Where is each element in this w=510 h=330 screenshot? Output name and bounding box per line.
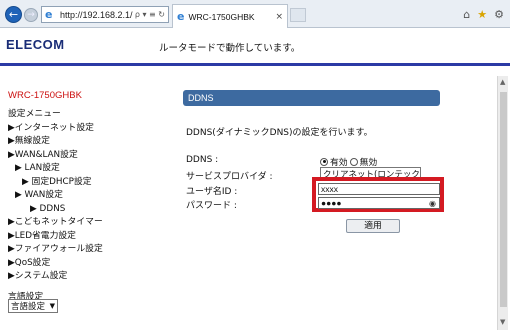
page-description: DDNS(ダイナミックDNS)の設定を行います。: [186, 128, 373, 138]
browser-tab[interactable]: e WRC-1750GHBK ×: [172, 4, 288, 28]
back-arrow-icon: ←: [8, 8, 19, 21]
ddns-disabled-radio[interactable]: [349, 157, 358, 166]
forward-arrow-icon: →: [27, 10, 35, 20]
menu-item-kids-timer[interactable]: ▶こどもネットタイマー: [8, 216, 103, 230]
settings-menu: 設定メニュー ▶インターネット設定 ▶無線設定 ▶WAN&LAN設定 ▶ LAN…: [8, 108, 103, 284]
new-tab-button[interactable]: [290, 8, 306, 22]
password-label: パスワード :: [186, 201, 237, 211]
home-icon[interactable]: ⌂: [463, 8, 470, 21]
gear-icon[interactable]: ⚙: [494, 8, 504, 21]
elecom-logo: ELECOM: [6, 37, 65, 52]
reveal-password-icon[interactable]: ◉: [429, 199, 436, 208]
menu-item-static-dhcp[interactable]: ▶ 固定DHCP設定: [8, 176, 103, 190]
browser-right-icons: ⌂ ★ ⚙: [463, 8, 504, 21]
menu-item-led[interactable]: ▶LED省電力設定: [8, 230, 103, 244]
menu-item-firewall[interactable]: ▶ファイアウォール設定: [8, 243, 103, 257]
menu-item-wan[interactable]: ▶ WAN設定: [8, 189, 103, 203]
chevron-down-icon: ▼: [49, 302, 55, 310]
username-value: xxxx: [321, 184, 338, 194]
tab-title: WRC-1750GHBK: [188, 11, 255, 22]
page-scrollbar[interactable]: ▲ ▼: [497, 76, 508, 330]
address-bar[interactable]: e http://192.168.2.1/ ρ ▾ ≡ ↻: [41, 6, 169, 23]
address-url: http://192.168.2.1/: [60, 9, 133, 20]
scroll-down-icon[interactable]: ▼: [500, 318, 505, 326]
star-icon[interactable]: ★: [477, 8, 487, 21]
tab-close-icon[interactable]: ×: [275, 12, 283, 22]
password-field[interactable]: ●●●● ◉: [318, 197, 440, 209]
mode-message: ルータモードで動作しています。: [159, 43, 301, 54]
menu-item-ddns[interactable]: ▶ DDNS: [8, 203, 103, 217]
menu-item-lan[interactable]: ▶ LAN設定: [8, 162, 103, 176]
menu-heading: 設定メニュー: [8, 109, 61, 119]
language-select-value: 言語設定: [11, 302, 46, 312]
apply-button[interactable]: 適用: [346, 219, 400, 233]
scroll-up-icon[interactable]: ▲: [500, 78, 505, 86]
menu-item-qos[interactable]: ▶QoS設定: [8, 257, 103, 271]
scrollbar-thumb[interactable]: [500, 92, 507, 307]
language-select[interactable]: 言語設定 ▼: [8, 299, 58, 313]
password-value: ●●●●: [321, 198, 342, 208]
address-bar-icons[interactable]: ρ ▾ ≡ ↻: [135, 10, 165, 19]
menu-item-system[interactable]: ▶システム設定: [8, 270, 103, 284]
provider-label: サービスプロバイダ :: [186, 172, 273, 182]
menu-item-wan-lan[interactable]: ▶WAN&LAN設定: [8, 149, 103, 163]
model-name: WRC-1750GHBK: [8, 90, 82, 101]
ie-tab-icon: e: [177, 10, 185, 23]
ddns-enabled-radio[interactable]: [320, 157, 328, 166]
menu-item-wireless[interactable]: ▶無線設定: [8, 135, 103, 149]
forward-button[interactable]: →: [24, 8, 38, 22]
back-button[interactable]: ←: [5, 6, 22, 23]
menu-item-internet[interactable]: ▶インターネット設定: [8, 122, 103, 136]
username-label: ユーザ名ID :: [186, 187, 238, 197]
page-title: DDNS: [183, 90, 440, 106]
browser-toolbar: ← → e http://192.168.2.1/ ρ ▾ ≡ ↻ e WRC-…: [0, 0, 510, 28]
ddns-label: DDNS :: [186, 155, 219, 165]
ie-logo-icon: e: [45, 7, 53, 21]
username-field[interactable]: xxxx: [318, 183, 440, 195]
header-divider: [0, 63, 510, 66]
